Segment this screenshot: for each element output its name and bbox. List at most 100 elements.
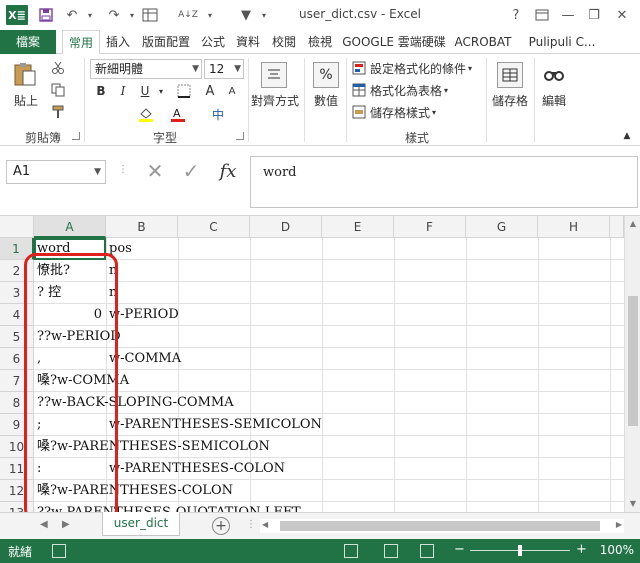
filter-icon[interactable]: ▼: [236, 5, 256, 25]
sheet-next-icon[interactable]: ▶: [62, 519, 70, 530]
macro-record-icon[interactable]: [52, 544, 66, 558]
undo-icon[interactable]: ↶: [62, 5, 82, 25]
page-break-view-icon[interactable]: [420, 544, 434, 558]
undo-dropdown-icon[interactable]: ▾: [84, 5, 96, 25]
cell-styles-icon: [352, 105, 366, 119]
page-layout-view-icon[interactable]: [384, 544, 398, 558]
paste-icon[interactable]: [8, 60, 42, 90]
column-header[interactable]: A: [34, 216, 106, 238]
grid-line: [538, 238, 539, 512]
cell-styles-button[interactable]: 儲存格樣式 ▾: [352, 102, 482, 122]
decrease-font-size-button[interactable]: A: [222, 82, 242, 100]
bold-button[interactable]: B: [92, 82, 110, 100]
save-icon[interactable]: [36, 5, 56, 25]
cells-icon[interactable]: [494, 60, 526, 90]
add-sheet-icon[interactable]: +: [212, 517, 230, 535]
copy-icon[interactable]: [46, 80, 70, 100]
increase-font-size-button[interactable]: A: [200, 82, 220, 100]
scroll-right-icon[interactable]: ▶: [616, 520, 622, 529]
italic-button[interactable]: I: [114, 82, 132, 100]
sort-icon[interactable]: A↓Z: [176, 5, 200, 25]
scroll-left-icon[interactable]: ◀: [262, 520, 268, 529]
formula-input[interactable]: word: [250, 156, 638, 208]
clipboard-launcher-icon[interactable]: [72, 132, 80, 140]
restore-button[interactable]: ❐: [582, 4, 606, 26]
tab-insert[interactable]: 插入: [100, 30, 136, 54]
tab-review[interactable]: 校閱: [266, 30, 302, 54]
scroll-down-icon[interactable]: ▼: [625, 496, 640, 512]
tab-acrobat[interactable]: ACROBAT: [450, 30, 516, 54]
svg-text:A: A: [173, 107, 181, 120]
conditional-formatting-button[interactable]: 設定格式化的條件 ▾: [352, 58, 482, 78]
scrollbar-thumb[interactable]: [280, 521, 600, 531]
sheet-tab-user-dict[interactable]: user_dict: [102, 512, 180, 536]
font-launcher-icon[interactable]: [236, 132, 244, 140]
horizontal-scrollbar[interactable]: ◀ ▶: [260, 519, 624, 533]
font-size-select[interactable]: 12 ▼: [204, 59, 244, 79]
scrollbar-thumb[interactable]: [628, 296, 638, 426]
tab-google-drive[interactable]: GOOGLE 雲端硬碟: [338, 30, 450, 54]
select-all-corner[interactable]: [0, 216, 34, 238]
column-header[interactable]: F: [394, 216, 466, 238]
column-header[interactable]: [610, 216, 624, 238]
title-bar: X≣ ↶ ▾ ↷ ▾ A↓Z ▾ ▼ ▾ user_dict.csv - Exc…: [0, 0, 640, 30]
zoom-slider-handle[interactable]: [518, 545, 522, 556]
format-as-table-button[interactable]: 格式化為表格 ▾: [352, 80, 482, 100]
scroll-up-icon[interactable]: ▲: [625, 216, 640, 232]
column-header[interactable]: D: [250, 216, 322, 238]
minimize-button[interactable]: —: [556, 4, 580, 26]
underline-button[interactable]: U: [136, 82, 154, 100]
normal-view-icon[interactable]: [344, 544, 358, 558]
name-box[interactable]: A1 ▼: [6, 160, 106, 184]
font-name-select[interactable]: 新細明體 ▼: [90, 59, 202, 79]
sheet-prev-icon[interactable]: ◀: [40, 519, 48, 530]
cell-b9[interactable]: w-PARENTHESES-SEMICOLON: [106, 414, 322, 436]
close-button[interactable]: ✕: [610, 4, 634, 26]
tab-page-layout[interactable]: 版面配置: [136, 30, 196, 54]
zoom-in-button[interactable]: +: [576, 542, 587, 557]
alignment-button-label[interactable]: 對齊方式: [250, 92, 300, 108]
cell-b11[interactable]: w-PARENTHESES-COLON: [106, 458, 285, 480]
fill-color-icon[interactable]: [134, 104, 158, 124]
collapse-ribbon-icon[interactable]: ▲: [620, 130, 634, 142]
number-format-icon[interactable]: %: [310, 60, 342, 90]
column-header[interactable]: H: [538, 216, 610, 238]
tab-formulas[interactable]: 公式: [196, 30, 230, 54]
vertical-scrollbar[interactable]: ▲ ▼: [624, 216, 640, 512]
conditional-formatting-icon: [352, 61, 366, 75]
number-button-label[interactable]: 數值: [308, 92, 344, 108]
zoom-level[interactable]: 100%: [600, 543, 634, 557]
tab-view[interactable]: 檢視: [302, 30, 338, 54]
column-header[interactable]: C: [178, 216, 250, 238]
cancel-icon[interactable]: ✕: [142, 158, 168, 184]
redo-dropdown-icon[interactable]: ▾: [126, 5, 138, 25]
column-header[interactable]: B: [106, 216, 178, 238]
tab-file[interactable]: 檔案: [0, 30, 56, 54]
underline-dropdown-icon[interactable]: ▾: [156, 82, 166, 100]
sort-dropdown-icon[interactable]: ▾: [204, 5, 216, 25]
tab-home[interactable]: 常用: [62, 30, 100, 55]
cells-button-label[interactable]: 儲存格: [488, 92, 532, 108]
editing-button-label[interactable]: 編輯: [536, 92, 572, 108]
redo-icon[interactable]: ↷: [104, 5, 124, 25]
column-header[interactable]: E: [322, 216, 394, 238]
font-color-icon[interactable]: A: [166, 104, 190, 124]
tab-split-grip-icon[interactable]: ⋮: [246, 519, 256, 530]
zoom-out-button[interactable]: −: [454, 542, 465, 557]
borders-icon[interactable]: [174, 82, 194, 100]
column-header[interactable]: G: [466, 216, 538, 238]
enter-icon[interactable]: ✓: [178, 158, 204, 184]
help-button[interactable]: ?: [504, 4, 528, 26]
format-painter-icon[interactable]: [46, 102, 70, 122]
cut-icon[interactable]: [46, 58, 70, 78]
form-icon[interactable]: [140, 5, 160, 25]
paste-button-label[interactable]: 貼上: [6, 92, 46, 108]
ribbon-display-options-icon[interactable]: [530, 4, 554, 26]
excel-app-icon[interactable]: X≣: [6, 5, 28, 25]
find-select-icon[interactable]: [538, 60, 570, 90]
account-name[interactable]: Pulipuli C...: [520, 30, 604, 54]
phonetic-guide-button[interactable]: 中: [206, 104, 230, 124]
insert-function-icon[interactable]: fx: [214, 158, 242, 184]
tab-data[interactable]: 資料: [230, 30, 266, 54]
alignment-icon[interactable]: [258, 60, 290, 90]
